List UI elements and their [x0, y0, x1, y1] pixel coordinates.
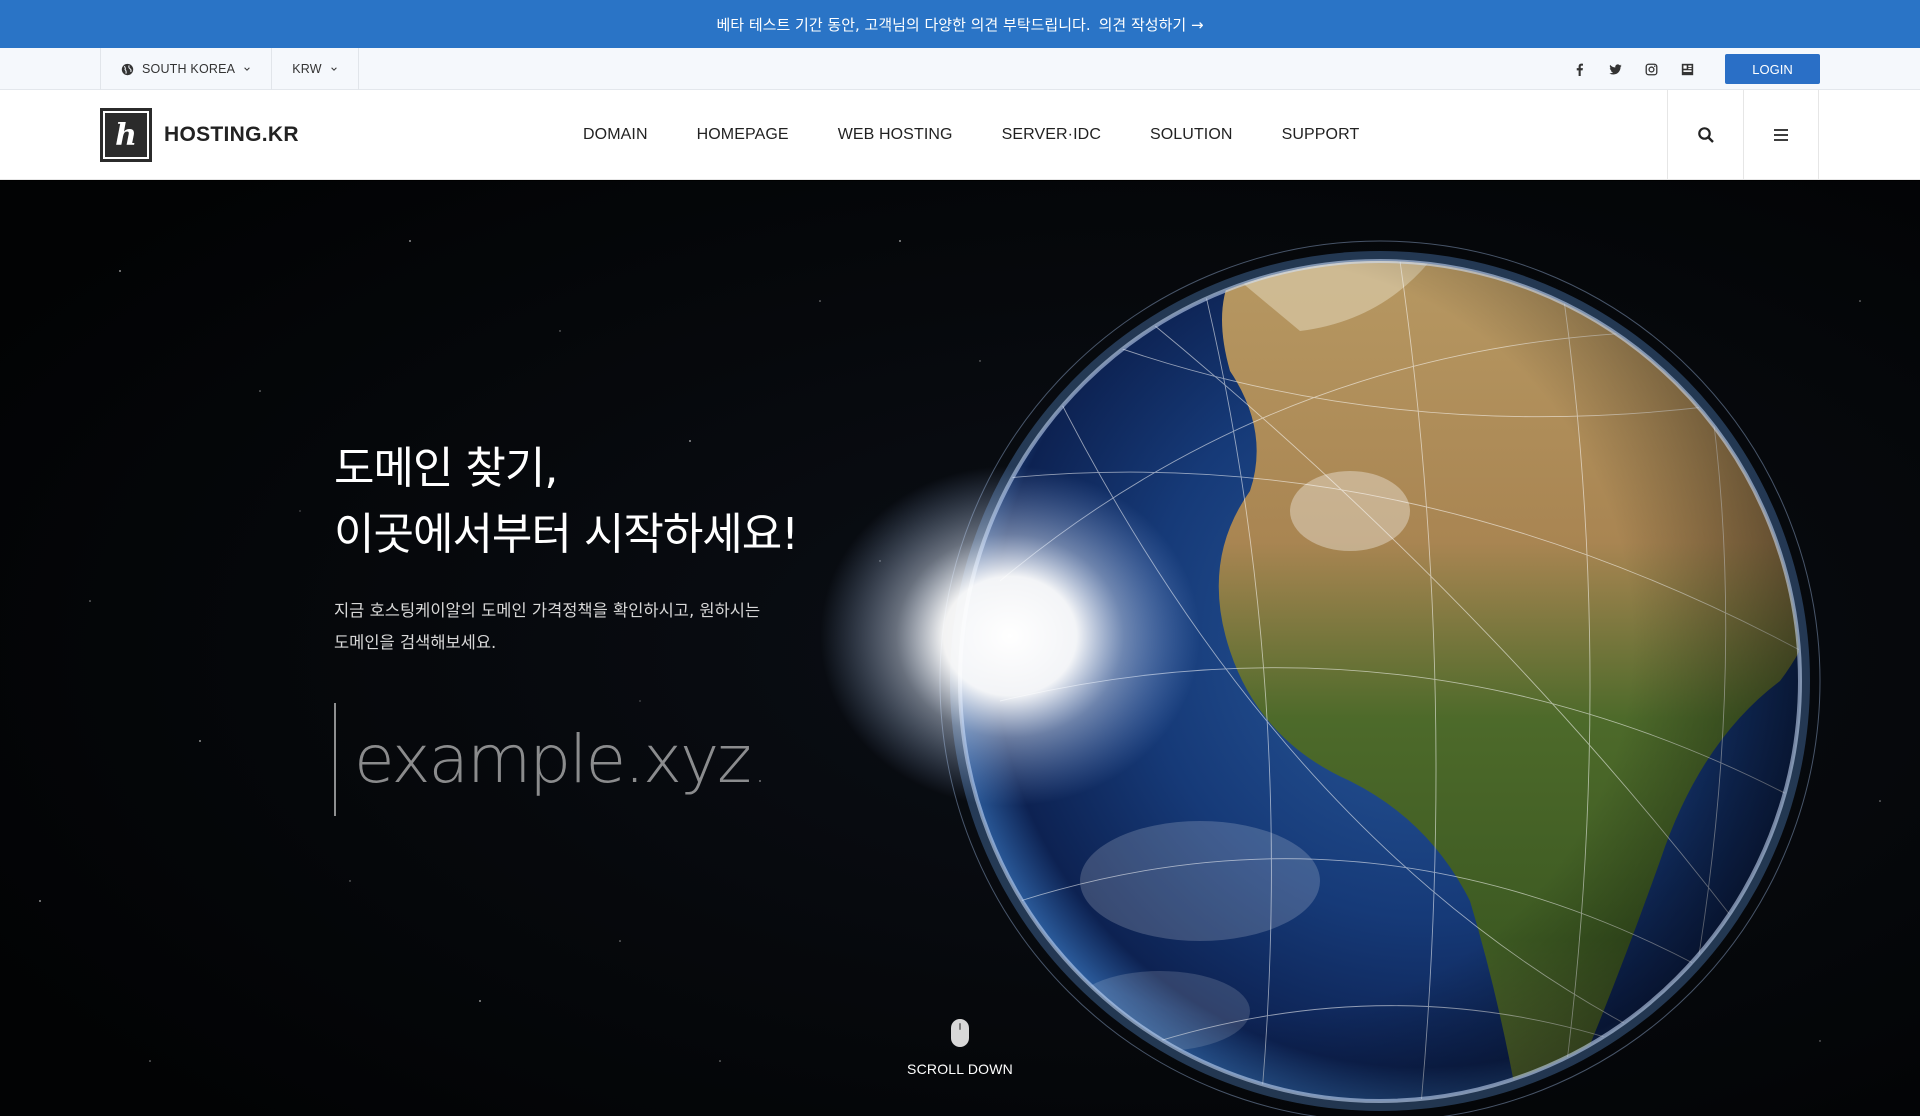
hero-desc-line: 도메인을 검색해보세요.: [334, 633, 497, 652]
earth-background: [0, 181, 1920, 1116]
menu-icon: [1774, 129, 1788, 141]
main-navigation: h HOSTING.KR DOMAIN HOMEPAGE WEB HOSTING…: [0, 90, 1920, 180]
nav-item-support[interactable]: SUPPORT: [1282, 126, 1360, 144]
currency-selector[interactable]: KRW: [271, 48, 359, 90]
search-button[interactable]: [1667, 90, 1743, 180]
nav-item-homepage[interactable]: HOMEPAGE: [697, 126, 789, 144]
hero-desc-line: 지금 호스팅케이알의 도메인 가격정책을 확인하시고, 원하시는: [334, 601, 761, 620]
chevron-down-icon: [244, 67, 250, 71]
logo-mark: h: [100, 108, 152, 162]
mouse-icon: [951, 1019, 969, 1047]
announcement-bar: 베타 테스트 기간 동안, 고객님의 다양한 의견 부탁드립니다. 의견 작성하…: [0, 0, 1920, 48]
country-selector[interactable]: SOUTH KOREA: [100, 48, 271, 90]
facebook-icon[interactable]: [1561, 48, 1597, 90]
hero-title: 도메인 찾기, 이곳에서부터 시작하세요!: [334, 436, 799, 568]
blog-icon[interactable]: [1669, 48, 1705, 90]
domain-search-input[interactable]: [354, 721, 894, 798]
domain-search: [334, 703, 894, 816]
main-menu: DOMAIN HOMEPAGE WEB HOSTING SERVER·IDC S…: [583, 90, 1408, 180]
scroll-down-button[interactable]: SCROLL DOWN: [900, 1019, 1020, 1077]
country-label: SOUTH KOREA: [142, 62, 236, 76]
announcement-text: 베타 테스트 기간 동안, 고객님의 다양한 의견 부탁드립니다.: [716, 15, 1091, 34]
hero-title-line: 이곳에서부터 시작하세요!: [334, 509, 799, 560]
nav-item-web-hosting[interactable]: WEB HOSTING: [838, 126, 953, 144]
hero-section: 도메인 찾기, 이곳에서부터 시작하세요! 지금 호스팅케이알의 도메인 가격정…: [0, 181, 1920, 1116]
instagram-icon[interactable]: [1633, 48, 1669, 90]
currency-label: KRW: [292, 62, 322, 76]
brand-logo[interactable]: h HOSTING.KR: [100, 108, 299, 162]
globe-icon: [121, 63, 134, 75]
nav-item-solution[interactable]: SOLUTION: [1150, 126, 1233, 144]
social-and-login: LOGIN: [1561, 48, 1820, 90]
feedback-link[interactable]: 의견 작성하기 →: [1099, 14, 1204, 35]
brand-name: HOSTING.KR: [164, 123, 299, 146]
search-icon: [1697, 127, 1714, 143]
nav-item-domain[interactable]: DOMAIN: [583, 126, 648, 144]
scroll-down-label: SCROLL DOWN: [907, 1061, 1013, 1077]
utility-bar: SOUTH KOREA KRW LOGIN: [0, 48, 1920, 90]
nav-item-server-idc[interactable]: SERVER·IDC: [1002, 126, 1101, 144]
hero-description: 지금 호스팅케이알의 도메인 가격정책을 확인하시고, 원하시는 도메인을 검색…: [334, 595, 834, 659]
menu-button[interactable]: [1743, 90, 1819, 180]
hero-title-line: 도메인 찾기,: [334, 443, 558, 494]
login-button[interactable]: LOGIN: [1725, 54, 1820, 84]
chevron-down-icon: [330, 67, 337, 71]
twitter-icon[interactable]: [1597, 48, 1633, 90]
locale-selectors: SOUTH KOREA KRW: [100, 48, 359, 90]
